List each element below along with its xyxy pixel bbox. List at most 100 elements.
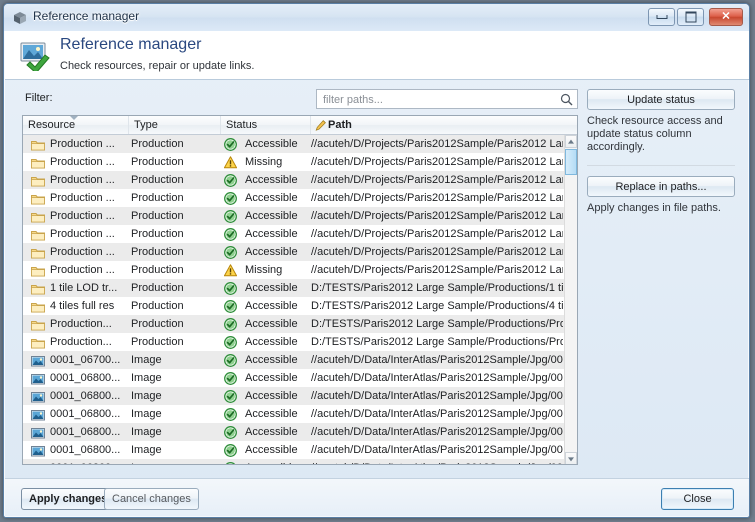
table-row[interactable]: 0001_06800... Image Accessible //acuteh/D/D…: [23, 387, 566, 405]
cell-status: Accessible: [245, 210, 298, 222]
filter-input-wrapper[interactable]: [316, 89, 578, 110]
cell-path[interactable]: //acuteh/D/Projects/Paris2012Sample/Pari…: [311, 225, 563, 243]
column-header-status-label: Status: [226, 119, 258, 131]
cell-path[interactable]: //acuteh/D/Data/InterAtlas/Paris2012Samp…: [311, 459, 563, 464]
table-row[interactable]: Production... Production Accessible D:/TEST…: [23, 315, 566, 333]
table-row[interactable]: 0001_06800...ImageAccessible//acuteh/D/D…: [23, 459, 566, 464]
cell-resource: Production ...: [50, 138, 115, 150]
cell-resource: 0001_06800...: [50, 444, 121, 456]
cell-status: Accessible: [223, 459, 311, 464]
table-row[interactable]: 1 tile LOD tr... Production Accessible D:/T…: [23, 279, 566, 297]
cell-status: Missing: [245, 264, 283, 276]
cell-resource: 0001_06800...: [50, 426, 121, 438]
cancel-changes-button[interactable]: Cancel changes: [104, 488, 199, 510]
update-status-button[interactable]: Update status: [587, 89, 735, 110]
cell-type: Production: [131, 192, 184, 204]
cell-path[interactable]: //acuteh/D/Data/InterAtlas/Paris2012Samp…: [311, 369, 563, 387]
cell-path[interactable]: //acuteh/D/Data/InterAtlas/Paris2012Samp…: [311, 351, 563, 369]
cell-path[interactable]: D:/TESTS/Paris2012 Large Sample/Producti…: [311, 297, 563, 315]
cell-path[interactable]: //acuteh/D/Projects/Paris2012Sample/Pari…: [311, 189, 563, 207]
table-row[interactable]: Production ... Production Accessible //acut…: [23, 225, 566, 243]
cell-type: Production: [131, 138, 184, 150]
cell-resource: Production ...: [50, 210, 115, 222]
pencil-icon: [315, 119, 326, 131]
cell-status: Accessible: [245, 426, 298, 438]
column-header-path[interactable]: Path: [311, 116, 566, 134]
chevron-up-icon: [568, 139, 574, 144]
table-row[interactable]: Production... Production Accessible D:/TEST…: [23, 333, 566, 351]
scroll-down-button[interactable]: [565, 452, 577, 464]
cell-path[interactable]: //acuteh/D/Data/InterAtlas/Paris2012Samp…: [311, 441, 563, 459]
cell-resource: Production ...: [50, 228, 115, 240]
cell-status: Accessible: [245, 372, 298, 384]
search-icon[interactable]: [560, 93, 573, 106]
table-row[interactable]: 0001_06800...ImageAccessible//acuteh/D/D…: [23, 369, 566, 387]
cell-path[interactable]: D:/TESTS/Paris2012 Large Sample/Producti…: [311, 315, 563, 333]
cell-path[interactable]: //acuteh/D/Projects/Paris2012Sample/Pari…: [311, 261, 563, 279]
replace-in-paths-button[interactable]: Replace in paths...: [587, 176, 735, 197]
table-row[interactable]: 0001_06800...ImageAccessible//acuteh/D/D…: [23, 441, 566, 459]
filter-paths-input[interactable]: [321, 90, 557, 110]
apply-changes-button[interactable]: Apply changes: [21, 488, 116, 510]
scrollbar-thumb[interactable]: [565, 149, 577, 175]
cell-type: Production: [131, 228, 184, 240]
table-row[interactable]: Production ... Production Missing //acuteh/…: [23, 153, 566, 171]
cell-type: Production: [131, 336, 184, 348]
filter-label: Filter:: [25, 92, 53, 104]
cell-path[interactable]: //acuteh/D/Data/InterAtlas/Paris2012Samp…: [311, 387, 563, 405]
table-row[interactable]: Production ... Production Accessible //acut…: [23, 207, 566, 225]
table-row[interactable]: 0001_06800...ImageAccessible//acuteh/D/D…: [23, 423, 566, 441]
table-row[interactable]: Production ... Production Accessible //acut…: [23, 171, 566, 189]
cell-path[interactable]: //acuteh/D/Data/InterAtlas/Paris2012Samp…: [311, 423, 563, 441]
cell-resource: Production...: [50, 318, 112, 330]
table-vertical-scrollbar[interactable]: [564, 135, 577, 464]
cell-status: Accessible: [245, 282, 298, 294]
cell-resource: Production ...: [50, 156, 115, 168]
cell-path[interactable]: D:/TESTS/Paris2012 Large Sample/Producti…: [311, 279, 563, 297]
table-row[interactable]: 4 tiles full res Production Accessible D:/T…: [23, 297, 566, 315]
cell-resource: 0001_06700...: [50, 354, 121, 366]
column-header-resource[interactable]: Resource: [23, 116, 129, 134]
close-button[interactable]: Close: [661, 488, 734, 510]
maximize-button[interactable]: [677, 8, 704, 26]
title-bar[interactable]: Reference manager ✕: [4, 4, 749, 31]
close-window-button[interactable]: ✕: [709, 8, 743, 26]
table-body[interactable]: Production ... Production Accessible//acut…: [23, 135, 566, 464]
cell-status: Accessible: [245, 318, 298, 330]
maximize-icon: [685, 11, 696, 23]
cell-path[interactable]: //acuteh/D/Projects/Paris2012Sample/Pari…: [311, 153, 563, 171]
column-header-type[interactable]: Type: [129, 116, 221, 134]
cell-status: Accessible: [245, 174, 298, 186]
cell-type: Image: [131, 408, 162, 420]
cell-path[interactable]: //acuteh/D/Projects/Paris2012Sample/Pari…: [311, 243, 563, 261]
cell-path[interactable]: //acuteh/D/Data/InterAtlas/Paris2012Samp…: [311, 405, 563, 423]
table-row[interactable]: Production ... Production Missing //acuteh/…: [23, 261, 566, 279]
cell-resource: Production...: [50, 336, 112, 348]
cell-status: Accessible: [245, 228, 298, 240]
column-header-status[interactable]: Status: [221, 116, 311, 134]
cell-path[interactable]: //acuteh/D/Projects/Paris2012Sample/Pari…: [311, 135, 563, 153]
table-row[interactable]: Production ... Production Accessible //acut…: [23, 189, 566, 207]
cell-type: Image: [131, 354, 162, 366]
cell-path[interactable]: D:/TESTS/Paris2012 Large Sample/Producti…: [311, 333, 563, 351]
update-status-description: Check resource access and update status …: [587, 115, 723, 153]
cell-resource: 0001_06800...: [50, 390, 121, 402]
cell-type: Production: [131, 300, 184, 312]
replace-in-paths-description: Apply changes in file paths.: [587, 202, 721, 214]
cell-type: Production: [131, 282, 184, 294]
cell-resource: 4 tiles full res: [50, 300, 115, 312]
cell-status: Accessible: [245, 336, 298, 348]
minimize-button[interactable]: [648, 8, 675, 26]
table-row[interactable]: Production ... Production Accessible //acut…: [23, 243, 566, 261]
table-row[interactable]: 0001_06700... Image Accessible //acuteh/D/D…: [23, 351, 566, 369]
page-title: Reference manager: [60, 36, 202, 53]
cell-path[interactable]: //acuteh/D/Projects/Paris2012Sample/Pari…: [311, 207, 563, 225]
scroll-up-button[interactable]: [565, 135, 577, 148]
sort-ascending-icon: [70, 116, 78, 120]
cell-status: Accessible: [245, 444, 298, 456]
cell-path[interactable]: //acuteh/D/Projects/Paris2012Sample/Pari…: [311, 171, 563, 189]
table-row[interactable]: Production ... Production Accessible //acut…: [23, 135, 566, 153]
table-row[interactable]: 0001_06800...ImageAccessible//acuteh/D/D…: [23, 405, 566, 423]
cell-type: Image: [131, 390, 162, 402]
cell-status: Accessible: [245, 390, 298, 402]
